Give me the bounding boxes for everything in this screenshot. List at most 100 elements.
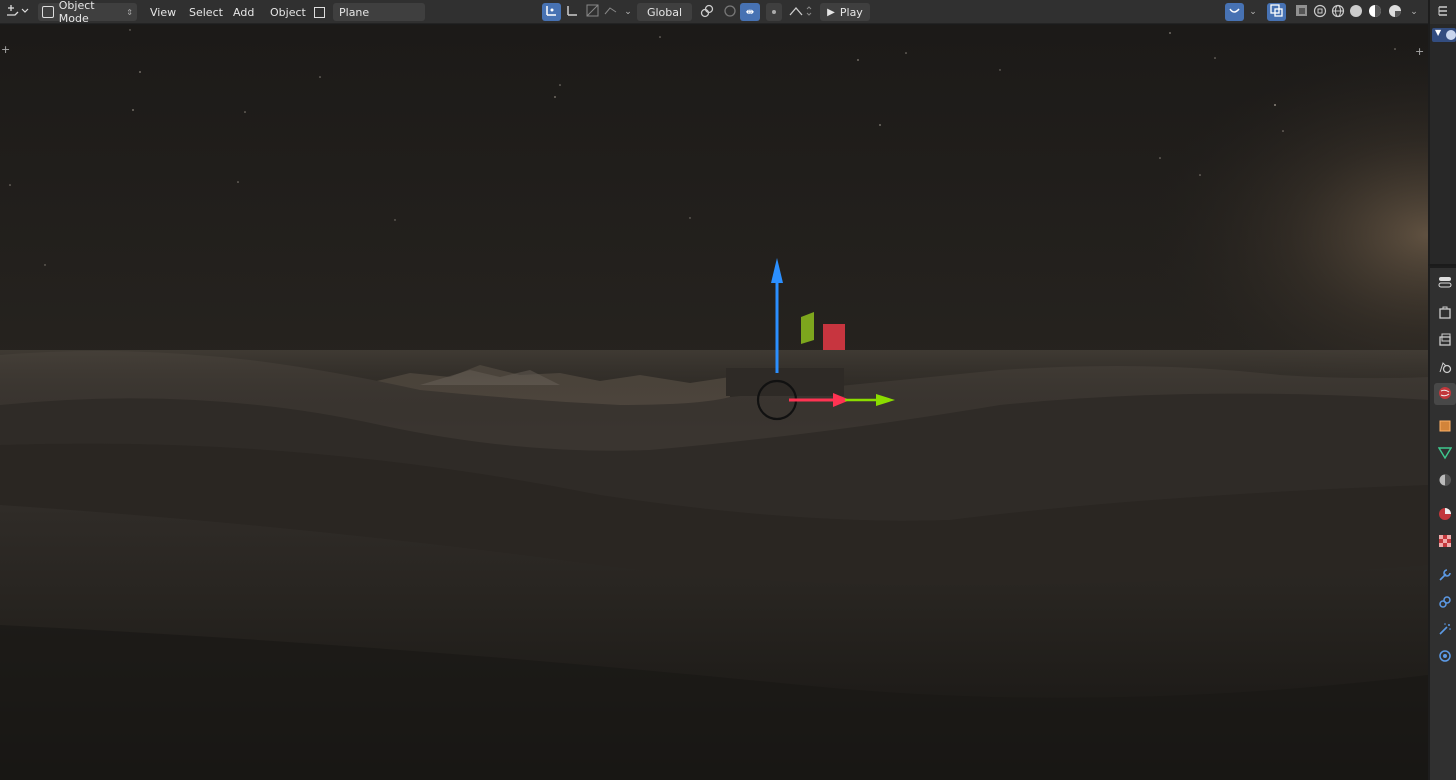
overlays-toggle[interactable] bbox=[1267, 3, 1286, 21]
properties-tab-particles[interactable] bbox=[1434, 470, 1456, 492]
play-icon: ▶ bbox=[827, 6, 835, 18]
properties-tab-view-layer[interactable] bbox=[1434, 357, 1456, 379]
world-icon bbox=[1438, 386, 1452, 403]
pivot-icon bbox=[545, 4, 558, 20]
gizmo-xz-plane[interactable] bbox=[823, 324, 845, 350]
dropdown-arrows-icon: ⇕ bbox=[126, 7, 133, 17]
shading-wire[interactable] bbox=[1329, 3, 1347, 21]
material-icon bbox=[1438, 507, 1452, 524]
properties-tab-bar bbox=[1428, 266, 1456, 780]
menu-select[interactable]: Select bbox=[181, 3, 231, 21]
snap-face-button[interactable] bbox=[583, 3, 601, 21]
split-corner-icon[interactable]: + bbox=[1, 43, 10, 56]
snap-grid-icon bbox=[586, 4, 599, 20]
mirror-toggle-button[interactable]: ⇹ bbox=[740, 3, 760, 21]
gizmo-yz-plane[interactable] bbox=[801, 312, 814, 344]
collection-icon bbox=[1446, 30, 1456, 40]
properties-tab-tool[interactable] bbox=[1434, 272, 1456, 294]
texture-icon bbox=[1438, 534, 1452, 551]
wrench-icon bbox=[1438, 568, 1452, 585]
chevron-down-icon: ⌄ bbox=[1410, 7, 1418, 17]
object-icon bbox=[1438, 419, 1452, 436]
outliner-panel[interactable]: ▼ bbox=[1428, 24, 1456, 264]
dot-icon bbox=[772, 10, 776, 14]
proportional-link-button[interactable] bbox=[698, 3, 716, 21]
properties-tab-material[interactable] bbox=[1434, 504, 1456, 526]
link-icon bbox=[700, 4, 714, 21]
properties-tab-render[interactable] bbox=[1434, 303, 1456, 325]
shading-rendered[interactable] bbox=[1386, 3, 1404, 21]
shading-dropdown[interactable]: ⌄ bbox=[1406, 3, 1422, 21]
outliner-icon bbox=[1437, 5, 1449, 20]
view-layer-icon bbox=[1438, 360, 1452, 377]
constraint-icon bbox=[1438, 595, 1452, 612]
overlays-icon bbox=[1270, 4, 1283, 20]
axis-icon bbox=[566, 4, 579, 20]
menu-object[interactable]: Object bbox=[262, 3, 314, 21]
proportional-falloff-toggle[interactable] bbox=[766, 3, 782, 21]
object-type-button[interactable] bbox=[310, 3, 328, 21]
material-preview-sphere-icon bbox=[1368, 4, 1382, 21]
properties-tab-world[interactable] bbox=[1434, 383, 1456, 405]
gizmo-dropdown[interactable]: ⌄ bbox=[1245, 3, 1261, 21]
properties-tab-texture[interactable] bbox=[1434, 531, 1456, 553]
transform-orientation-dropdown[interactable]: Global bbox=[637, 3, 692, 21]
shading-material-preview[interactable] bbox=[1366, 3, 1384, 21]
physics-circle-icon bbox=[1438, 649, 1452, 666]
mesh-object-icon bbox=[313, 6, 325, 18]
properties-tab-output[interactable] bbox=[1434, 330, 1456, 352]
outliner-header bbox=[1428, 0, 1456, 24]
play-button[interactable]: ▶ Play bbox=[820, 3, 870, 21]
expand-arrow-icon: ▼ bbox=[1435, 28, 1442, 37]
properties-tab-physics[interactable] bbox=[1434, 646, 1456, 668]
xray-toggle[interactable] bbox=[1292, 3, 1310, 21]
object-mode-icon bbox=[42, 6, 54, 18]
viewport-scene: + + bbox=[0, 25, 1428, 780]
gizmo-icon bbox=[1228, 4, 1241, 20]
particles-icon bbox=[1438, 473, 1452, 490]
chevron-down-icon: ⌄ bbox=[624, 7, 632, 17]
3d-viewport[interactable]: + + bbox=[0, 25, 1428, 780]
snap-dropdown-button[interactable]: ⌄ bbox=[620, 3, 636, 21]
shading-wireframe[interactable] bbox=[1311, 3, 1329, 21]
shading-solid[interactable] bbox=[1347, 3, 1365, 21]
transform-pivot-button[interactable] bbox=[542, 3, 561, 21]
modifier-mesh-data-icon bbox=[1437, 446, 1453, 463]
chevron-down-icon: ⌄ bbox=[1249, 7, 1257, 17]
active-object-name-field[interactable]: Plane bbox=[333, 3, 425, 21]
outliner-editor-type-button[interactable] bbox=[1433, 3, 1453, 21]
falloff-curve-icon bbox=[788, 5, 812, 20]
outliner-row-scene-collection[interactable]: ▼ bbox=[1432, 28, 1456, 42]
mirror-icon: ⇹ bbox=[745, 6, 755, 18]
falloff-type-dropdown[interactable] bbox=[785, 3, 815, 21]
properties-tab-mesh-data[interactable] bbox=[1434, 443, 1456, 465]
proportional-editing-button[interactable] bbox=[721, 3, 739, 21]
split-corner-icon[interactable]: + bbox=[1415, 45, 1424, 58]
play-label: Play bbox=[839, 5, 863, 19]
editor-type-button[interactable] bbox=[4, 3, 32, 21]
wire-sphere-icon bbox=[1331, 4, 1345, 21]
menu-add[interactable]: Add bbox=[225, 3, 262, 21]
menu-view[interactable]: View bbox=[142, 3, 184, 21]
properties-tab-effects[interactable] bbox=[1434, 619, 1456, 641]
solid-sphere-icon bbox=[1349, 4, 1363, 21]
xray-icon bbox=[1295, 4, 1308, 20]
properties-tab-object[interactable] bbox=[1434, 416, 1456, 438]
snap-edge-button[interactable] bbox=[601, 3, 619, 21]
output-icon bbox=[1438, 333, 1452, 350]
mode-label: Object Mode bbox=[58, 0, 95, 25]
properties-tab-constraints[interactable] bbox=[1434, 592, 1456, 614]
viewport-gizmo-toggle[interactable] bbox=[1225, 3, 1244, 21]
mode-dropdown[interactable]: Object Mode ⇕ bbox=[38, 0, 137, 25]
tool-icon bbox=[1438, 275, 1452, 292]
snap-base-button[interactable] bbox=[563, 3, 581, 21]
rendered-sphere-icon bbox=[1388, 4, 1402, 21]
particle-wand-icon bbox=[1438, 622, 1452, 639]
properties-tab-modifiers[interactable] bbox=[1434, 565, 1456, 587]
wireframe-sphere-icon bbox=[1313, 4, 1327, 21]
render-icon bbox=[1438, 306, 1452, 323]
proportional-icon bbox=[723, 4, 737, 21]
snap-edge-icon bbox=[604, 4, 617, 20]
transform-orientation-label: Global bbox=[646, 5, 683, 19]
active-object-name: Plane bbox=[339, 5, 370, 19]
